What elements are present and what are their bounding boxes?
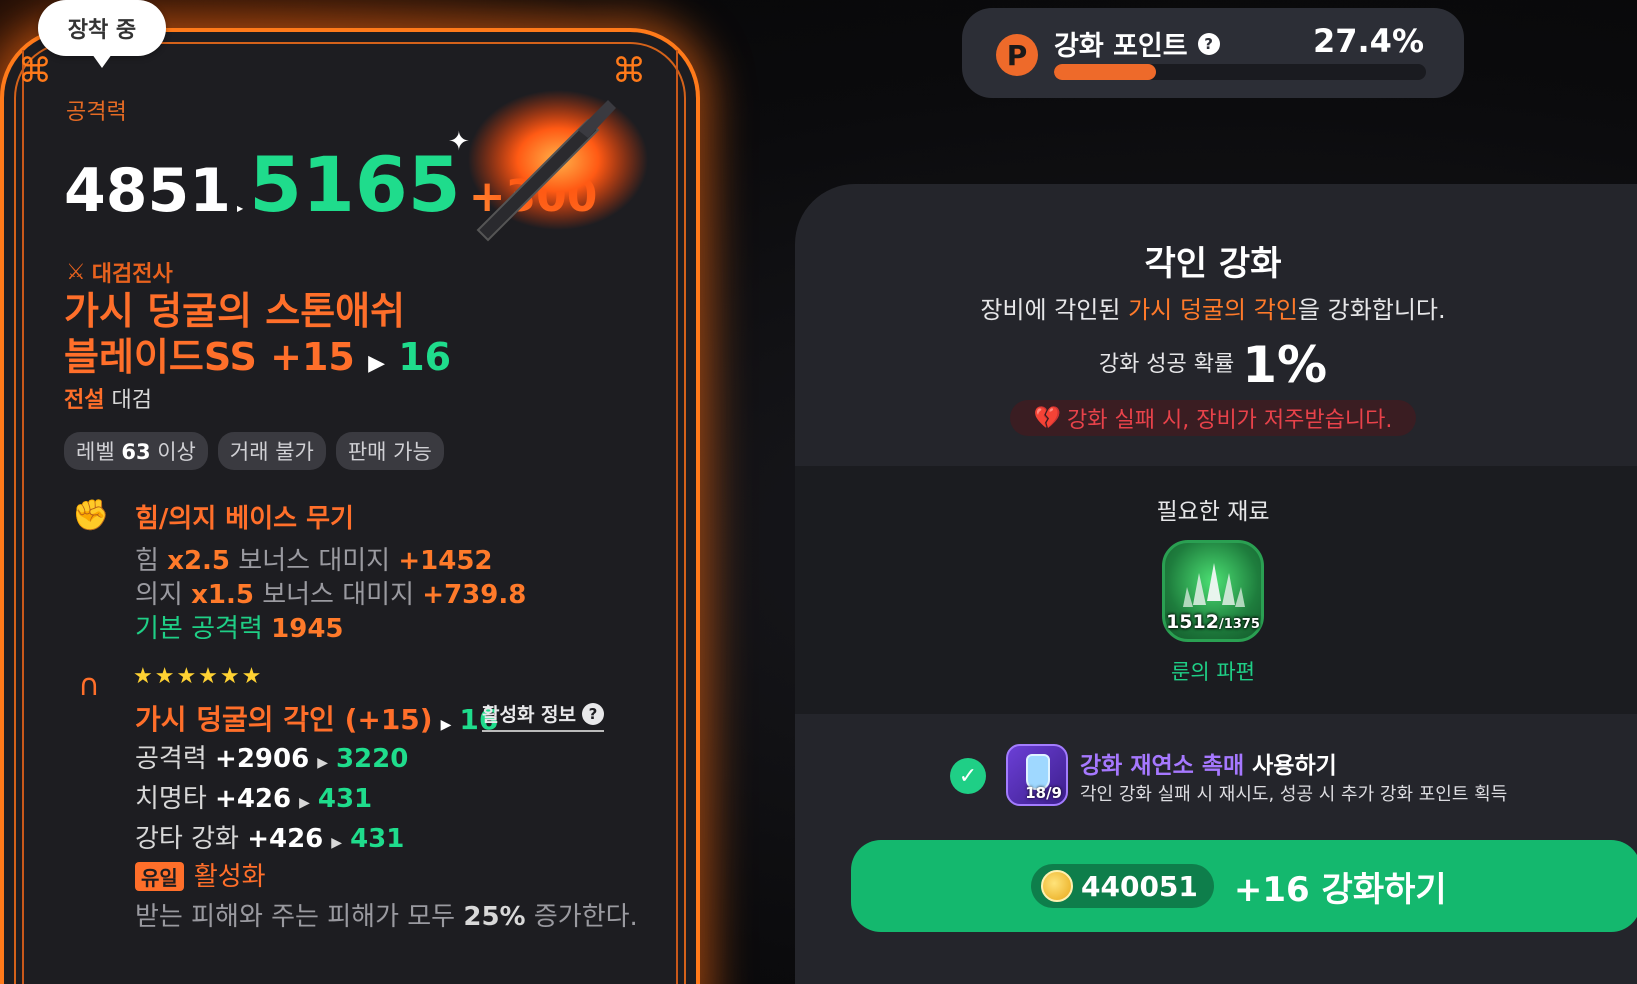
tag-level: 레벨 63 이상 xyxy=(64,432,208,470)
engrave-rune-icon: ∩ xyxy=(78,668,100,703)
upgrade-button[interactable]: 440051 +16 강화하기 xyxy=(851,840,1637,932)
catalyst-potion-icon: 18/9 xyxy=(1006,744,1068,806)
activation-info-link[interactable]: 활성화 정보 ? xyxy=(482,700,605,732)
materials-title: 필요한 재료 xyxy=(1156,499,1270,525)
arrow-right-icon: ▶ xyxy=(237,204,244,213)
points-value: 27.4% xyxy=(1312,22,1424,60)
tag-trade: 거래 불가 xyxy=(217,432,326,470)
item-name: 가시 덩굴의 스톤애쉬 블레이드SS +15 ▶ 16 xyxy=(64,288,451,387)
panel-title: 각인 강화 xyxy=(1144,244,1282,284)
upgrade-button-label: +16 강화하기 xyxy=(1233,869,1447,910)
unique-effect-desc: 받는 피해와 주는 피해가 모두 25% 증가한다. xyxy=(135,902,638,932)
gold-coin-icon xyxy=(1041,870,1073,902)
tag-sell: 판매 가능 xyxy=(335,432,444,470)
points-icon: P xyxy=(996,34,1038,76)
success-rate-value: 1% xyxy=(1242,336,1328,394)
greatsword-icon: ✦ xyxy=(448,90,648,242)
upgrade-points-box: P 강화 포인트 ? 27.4% xyxy=(962,8,1464,98)
catalyst-count: 18/9 xyxy=(1025,784,1062,802)
item-name-line2: 블레이드SS +15 xyxy=(64,335,355,379)
arrow-right-icon: ▶ xyxy=(368,351,385,376)
str-bonus-line: 힘 x2.5 보너스 대미지 +1452 xyxy=(135,546,493,576)
item-name-line1: 가시 덩굴의 스톤애쉬 xyxy=(64,289,406,333)
svg-text:✦: ✦ xyxy=(448,127,470,157)
boost-checkbox[interactable]: ✓ xyxy=(950,758,986,794)
success-rate-row: 강화 성공 확률 1% xyxy=(795,336,1631,394)
points-progress-bar xyxy=(1054,64,1426,80)
boost-description: 각인 강화 실패 시 재시도, 성공 시 추가 강화 포인트 획득 xyxy=(1080,784,1508,805)
panel-description: 장비에 각인된 가시 덩굴의 각인을 강화합니다. xyxy=(980,296,1446,324)
boost-title: 강화 재연소 촉매 사용하기 xyxy=(1080,753,1337,779)
corner-knot-icon: ⌘ xyxy=(612,51,646,91)
cost-pill: 440051 xyxy=(1031,864,1214,908)
attack-new-value: 5165 xyxy=(249,140,461,229)
grade-label: 전설 xyxy=(64,388,105,413)
curse-warning: 💔 강화 실패 시, 장비가 저주받습니다. xyxy=(1010,400,1416,436)
class-row: ⚔ 대검전사 xyxy=(66,256,173,288)
attack-label: 공격력 xyxy=(66,100,127,125)
item-grade: 전설 대검 xyxy=(64,382,152,414)
base-weapon-title: 힘/의지 베이스 무기 xyxy=(135,504,354,534)
success-rate-label: 강화 성공 확률 xyxy=(1098,352,1235,377)
attack-old-value: 4851 xyxy=(64,156,231,226)
help-icon: ? xyxy=(582,702,605,725)
unique-activate-row: 유일 활성화 xyxy=(135,856,266,893)
unique-badge: 유일 xyxy=(135,862,184,891)
sword-class-icon: ⚔ xyxy=(66,259,86,285)
weapon-type: 대검 xyxy=(111,388,152,413)
points-label-row: 강화 포인트 ? xyxy=(1054,24,1220,63)
item-name-line2-row: 블레이드SS +15 ▶ 16 xyxy=(64,334,451,387)
points-progress-fill xyxy=(1054,64,1156,80)
material-count: 1512/1375 xyxy=(1166,611,1260,633)
activate-label: 활성화 xyxy=(193,862,266,892)
tag-list: 레벨 63 이상 거래 불가 판매 가능 xyxy=(64,432,444,470)
item-next-level: 16 xyxy=(398,335,452,379)
broken-heart-icon: 💔 xyxy=(1033,405,1062,431)
equipped-badge: 장착 중 xyxy=(38,0,166,68)
will-bonus-line: 의지 x1.5 보너스 대미지 +739.8 xyxy=(135,580,527,610)
corner-knot-icon: ⌘ xyxy=(18,51,52,91)
engrave-stat-attack: 공격력 +2906 ▶ 3220 xyxy=(135,744,409,774)
engrave-title: 가시 덩굴의 각인 (+15) ▶ 16 xyxy=(135,703,499,736)
fist-icon: ✊ xyxy=(72,498,110,533)
engrave-stars: ★★★★★★ xyxy=(133,664,264,689)
help-icon[interactable]: ? xyxy=(1197,32,1220,55)
cost-value: 440051 xyxy=(1081,869,1198,903)
rune-shard-item[interactable]: 1512/1375 xyxy=(1162,540,1264,642)
class-name: 대검전사 xyxy=(91,262,173,287)
engrave-stat-crit: 치명타 +426 ▶ 431 xyxy=(135,784,373,814)
engrave-stat-smash: 강타 강화 +426 ▶ 431 xyxy=(135,824,405,854)
base-attack-line: 기본 공격력 1945 xyxy=(135,614,344,644)
material-name: 룬의 파편 xyxy=(1171,660,1255,684)
